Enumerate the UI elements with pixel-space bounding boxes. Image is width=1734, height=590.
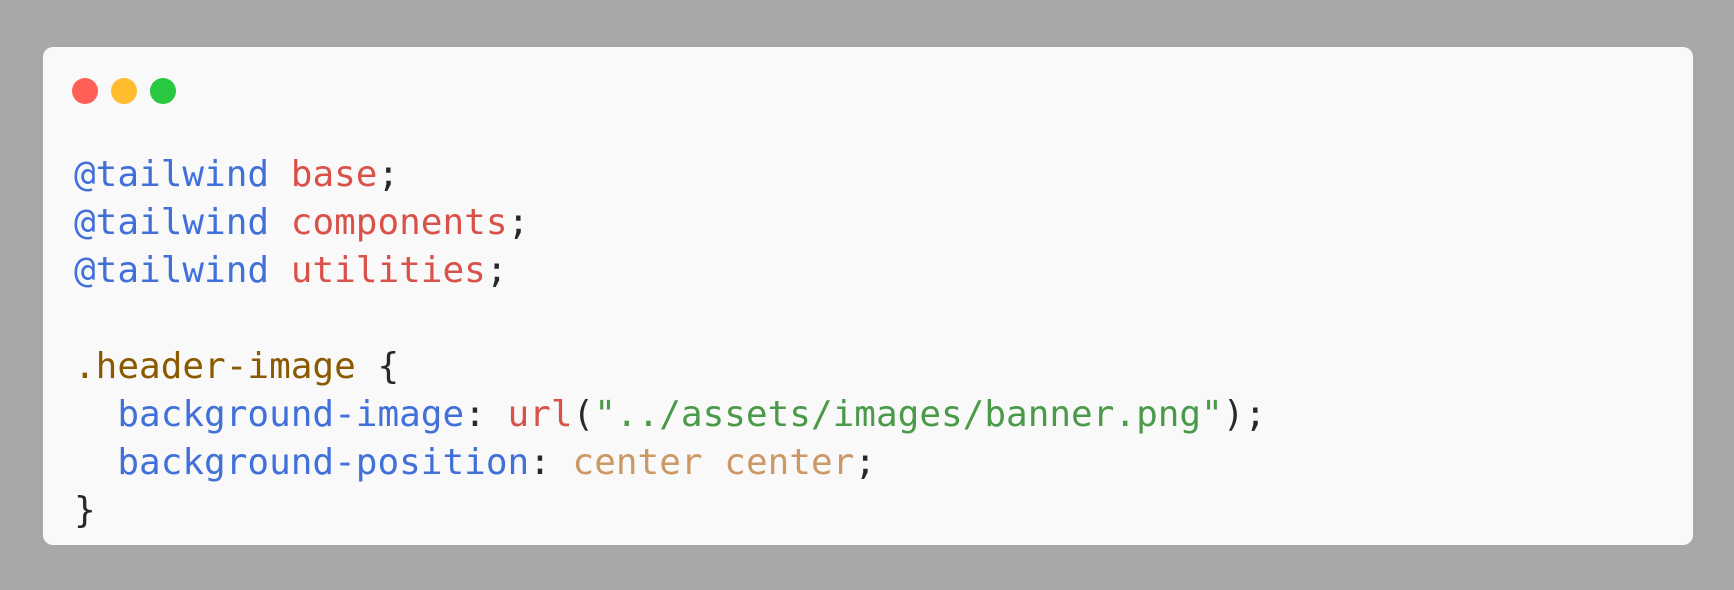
code-token: background-position (117, 442, 530, 483)
code-window: @tailwind base; @tailwind components; @tai… (43, 47, 1693, 545)
code-line: @tailwind components; (74, 199, 1266, 247)
code-line: @tailwind utilities; (74, 247, 1266, 295)
code-line: @tailwind base; (74, 151, 1266, 199)
code-token: components (290, 202, 508, 243)
code-token: @tailwind (74, 250, 270, 291)
code-token: url (507, 394, 573, 435)
code-token: ); (1222, 394, 1267, 435)
code-token: ; (485, 250, 508, 291)
code-token: ; (377, 154, 400, 195)
code-token: ; (507, 202, 530, 243)
code-token: center (724, 442, 855, 483)
code-line: } (74, 487, 1266, 535)
code-line: background-image: url("../assets/images/… (74, 391, 1266, 439)
code-token: : (464, 394, 508, 435)
code-token: @tailwind (74, 154, 270, 195)
code-token: { (355, 346, 400, 387)
minimize-dot-icon[interactable] (111, 78, 137, 104)
code-token: } (74, 490, 96, 531)
window-controls (72, 78, 176, 106)
code-token: @tailwind (74, 202, 270, 243)
code-token: background-image (117, 394, 465, 435)
code-token: base (290, 154, 378, 195)
code-token: ( (572, 394, 595, 435)
code-token: ; (854, 442, 876, 483)
code-line: .header-image { (74, 343, 1266, 391)
code-token: "../assets/images/banner.png" (594, 394, 1223, 435)
code-block: @tailwind base; @tailwind components; @tai… (74, 151, 1266, 535)
code-line: background-position: center center; (74, 439, 1266, 487)
zoom-dot-icon[interactable] (150, 78, 176, 104)
close-dot-icon[interactable] (72, 78, 98, 104)
code-token: : (529, 442, 573, 483)
code-token: center (572, 442, 703, 483)
code-token: utilities (290, 250, 486, 291)
code-token: .header-image (74, 346, 356, 387)
